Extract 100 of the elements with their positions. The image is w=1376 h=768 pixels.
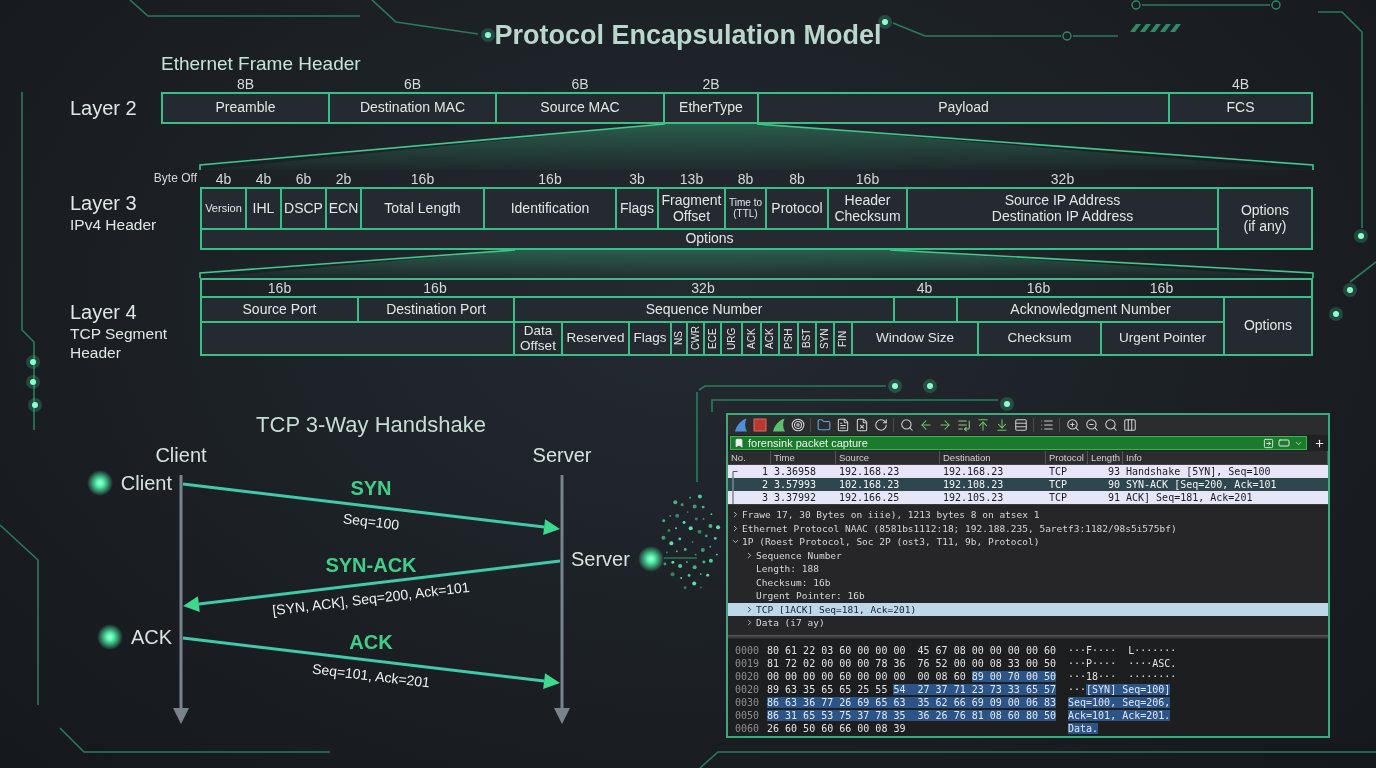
column-header[interactable]: Source <box>836 451 940 464</box>
header-field: Total Length <box>362 189 483 228</box>
glow-dot-icon <box>923 379 937 393</box>
size-label: 6B <box>571 76 589 92</box>
packet-row[interactable]: 1 3.36958 192.168.23 192.168.23 TCP 93 Handshake [5YN], Seq=100 <box>728 465 1328 478</box>
header-field: EtherType <box>665 94 757 122</box>
filter-field[interactable]: forensink packet capture <box>730 436 1307 450</box>
flag-field: URG <box>722 323 741 354</box>
column-header[interactable]: No. <box>728 451 771 464</box>
zoom-in-icon <box>1065 418 1080 432</box>
bookmark-icon[interactable] <box>734 438 744 448</box>
list-icon <box>1039 418 1054 432</box>
header-field: Options <box>1225 298 1311 354</box>
offset-label: Byte Off <box>153 170 197 187</box>
caret-icon[interactable] <box>745 550 754 560</box>
packet-row[interactable]: 3 3.37992 192.166.25 192.10S.23 TCP 91 ACK] Seq=181, Ack=201 <box>728 491 1328 504</box>
header-field: Destination MAC <box>330 94 495 122</box>
column-header[interactable]: Length <box>1088 451 1123 464</box>
flag-field: ECE <box>705 323 720 354</box>
message-detail: [SYN, ACK], Seq=200, Ack=101 <box>271 578 471 620</box>
caret-icon[interactable] <box>731 523 740 533</box>
packet-row[interactable]: 2 3.57993 102.168.23 192.108.23 TCP 90 SYN-ACK [Seq=200, Ack=101 <box>728 478 1328 491</box>
reload-icon <box>873 418 888 432</box>
table-cell-text: 192.108.23 <box>942 478 1005 491</box>
size-label: 16b <box>538 171 562 187</box>
column-header[interactable]: Destination <box>940 451 1046 464</box>
endpoint-label: Server <box>532 443 592 467</box>
header-field: Source IP Address Destination IP Address <box>908 189 1217 228</box>
rows-icon <box>1013 418 1028 432</box>
table-cell-text: TCP <box>1048 478 1069 491</box>
ascii-text: ···18··· ········ <box>1068 671 1177 682</box>
tree-item[interactable]: 1P (Roest Protocol, Soc 2P (ost3, T11, 9b, Protocol) <box>728 535 1328 549</box>
glow-dot-icon <box>1354 229 1368 243</box>
section-caption: Ethernet Frame Header <box>161 54 361 74</box>
ascii-text: [SYN] Seq=100] <box>1086 684 1171 695</box>
tree-item[interactable]: Ethernet Protocol NAAC (8581bs1112:18; 192.188.235, 5aretf3:1182/98s5i575bf) <box>728 521 1328 535</box>
table-cell-text: 91 <box>1106 491 1121 504</box>
header-field: Source Port <box>202 298 357 321</box>
header-field: Window Size <box>853 323 977 354</box>
circuit-trace <box>1349 261 1376 283</box>
sender-label: Client <box>120 471 172 495</box>
size-label: 4b <box>215 171 232 187</box>
size-label: 2B <box>702 76 720 92</box>
ascii-text: ···P···· ····ASC. <box>1068 658 1177 669</box>
ring-node-icon <box>1062 31 1072 41</box>
tree-item[interactable]: Urgent Pointer: 16b <box>728 589 1328 603</box>
glow-dot-icon <box>1329 307 1343 321</box>
header-field: Flags <box>617 189 657 228</box>
page-title: Protocol Encapsulation Model <box>494 19 882 52</box>
tree-item[interactable]: Length: 188 <box>728 562 1328 576</box>
size-label: 4b <box>255 171 272 187</box>
caret-icon[interactable] <box>745 604 754 614</box>
caret-icon[interactable] <box>745 618 754 628</box>
glow-dot-icon <box>28 398 42 412</box>
rectangle-icon[interactable] <box>1278 437 1290 449</box>
glow-dot-icon <box>86 470 113 496</box>
flag-field: CWR <box>688 323 703 354</box>
glow-dot-icon <box>1343 283 1357 297</box>
tree-item[interactable]: Frawe 17, 30 Bytes on iiie), 1213 bytes 8 on atsex 1 <box>728 508 1328 522</box>
layer-subtitle: TCP Segment Header <box>70 324 169 362</box>
hex-offset: 0020 <box>735 670 760 683</box>
glow-dot-icon <box>878 15 892 29</box>
column-header[interactable]: Protocol <box>1046 451 1088 464</box>
table-cell-text: 192.10S.23 <box>942 491 1005 504</box>
glow-dot-icon <box>888 379 902 393</box>
message-name: ACK <box>349 630 393 654</box>
table-cell-text: Handshake [5YN], Seq=100 <box>1125 465 1272 478</box>
hex-offset: 0030 <box>735 696 760 709</box>
tree-item[interactable]: Checksum: 16b <box>728 575 1328 589</box>
add-filter-button[interactable] <box>1313 437 1325 449</box>
column-header[interactable]: Info <box>1123 451 1328 464</box>
table-cell-text: 192.166.25 <box>838 491 901 504</box>
glow-dot-icon <box>96 624 123 650</box>
glow-dot-icon <box>26 355 40 369</box>
diagram-title: TCP 3-Way Handshake <box>256 412 486 438</box>
header-field: Source MAC <box>497 94 663 122</box>
header-field: ECN <box>327 189 360 228</box>
filter-input[interactable]: forensink packet capture <box>748 437 1259 449</box>
endpoint-label: Client <box>155 443 207 467</box>
jump-list-icon <box>956 418 971 432</box>
arrow-right-icon <box>937 418 952 432</box>
table-cell-text: 3.57993 <box>773 478 818 491</box>
header-field: Preamble <box>163 94 328 122</box>
tree-item[interactable]: TCP [1ACK] Seq=181, Ack=201) <box>728 602 1328 616</box>
apply-icon[interactable] <box>1263 437 1274 449</box>
table-cell-text: 3.36958 <box>773 465 818 478</box>
glow-dot-icon <box>26 375 40 389</box>
flag-field: ACK <box>762 323 778 354</box>
table-cell-text: 3.37992 <box>773 491 818 504</box>
caret-icon[interactable] <box>731 510 740 520</box>
glow-dot-icon <box>481 28 495 42</box>
header-field: Version <box>202 189 245 228</box>
search-icon <box>899 418 914 432</box>
ascii-text: Ack=101, Ack=201. <box>1068 710 1171 721</box>
flag-field: FIN <box>835 323 851 354</box>
tree-item[interactable]: Sequence Number <box>728 548 1328 562</box>
header-field: DSCP <box>282 189 325 228</box>
column-header[interactable]: Time <box>771 451 836 464</box>
header-field: Options (if any) <box>1219 189 1311 248</box>
tree-item[interactable]: Data (i7 ay) <box>728 616 1328 630</box>
